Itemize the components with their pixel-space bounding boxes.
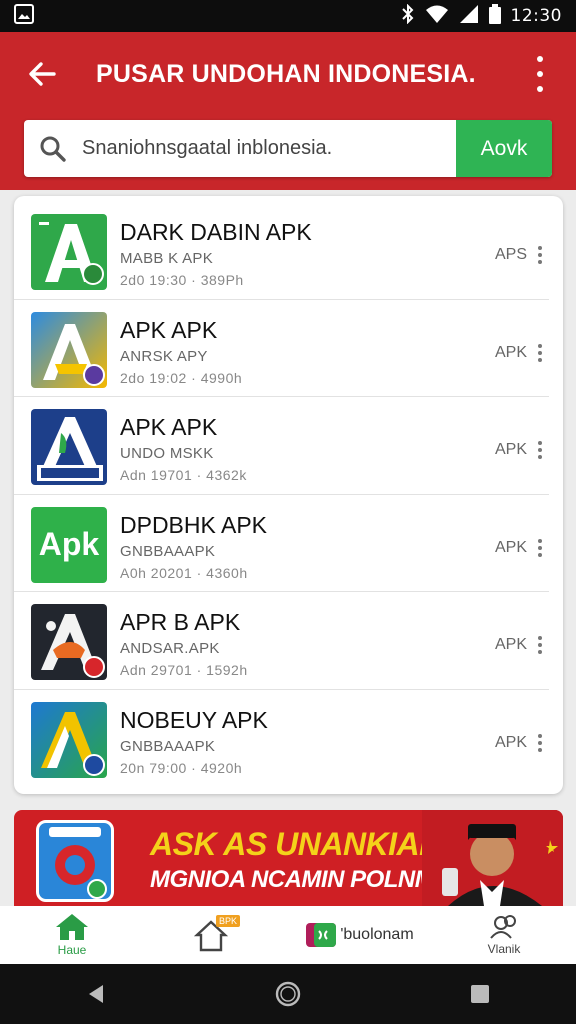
people-icon	[490, 915, 516, 939]
app-type-tag: APS	[494, 246, 527, 263]
app-subtitle: MABB K APK	[120, 250, 214, 267]
app-type-tag: APK	[494, 441, 527, 458]
arrow-left-icon	[29, 62, 56, 86]
banner-headline: ASK AS UNANKIANM	[150, 826, 468, 862]
wifi-icon	[425, 4, 449, 29]
app-type-tag: APK	[494, 538, 527, 556]
signal-icon	[459, 4, 479, 29]
status-time: 12:30	[510, 6, 562, 26]
app-subtitle: ANDSAR.APK	[120, 640, 220, 657]
system-back-button[interactable]	[66, 964, 126, 1024]
triangle-back-icon	[89, 985, 103, 1003]
app-meta: 20n 79:00 · 4920h	[120, 759, 243, 776]
link-icon	[306, 923, 337, 947]
nav-home-label: Haue	[57, 943, 87, 957]
app-subtitle: GNBBAAAPK	[120, 737, 216, 755]
home-icon	[56, 914, 88, 940]
more-vertical-icon	[537, 56, 543, 62]
apk-tile-text: Apk	[38, 526, 100, 562]
app-title: APR B APK	[120, 609, 241, 635]
list-item[interactable]: APK APK UNDO MSKK Adn 19701 · 4362k APK	[14, 397, 549, 495]
app-title: DPDBHK APK	[120, 511, 267, 538]
item-menu-button[interactable]	[535, 636, 545, 654]
app-type-tag: APK	[494, 733, 527, 751]
nav-center[interactable]: 'buolonam	[288, 906, 432, 964]
bottom-navigation: Haue BPK 'buolonam Vlanik	[0, 906, 576, 964]
app-list: DARK DABIN APK MABB K APK 2d0 19:30 · 38…	[14, 202, 563, 787]
circle-home-icon	[275, 981, 301, 1007]
search-button[interactable]: Aovk	[456, 120, 552, 177]
status-bar: 12:30	[0, 0, 576, 32]
app-meta: 2d0 19:30 · 389Ph	[120, 272, 244, 288]
back-button[interactable]	[0, 32, 84, 116]
list-item[interactable]: DARK DABIN APK MABB K APK 2d0 19:30 · 38…	[14, 202, 549, 300]
app-meta: Adn 29701 · 1592h	[120, 662, 248, 678]
app-title: APK APK	[120, 414, 218, 440]
app-title: APK APK	[120, 316, 218, 343]
nav-center-label: 'buolonam	[340, 926, 414, 943]
apk-a-yellow-icon	[31, 311, 107, 388]
search-icon	[24, 120, 82, 177]
item-menu-button[interactable]	[535, 246, 545, 264]
app-subtitle: UNDO MSKK	[120, 445, 214, 462]
item-menu-button[interactable]	[535, 538, 545, 557]
apk-a-dark-icon	[31, 604, 107, 680]
search-bar: Aovk	[24, 120, 552, 177]
app-subtitle: GNBBAAAPK	[120, 542, 216, 560]
promo-banner[interactable]: ASK AS UNANKIANM MGNIOA NCAMIN POLNMIN	[14, 810, 563, 906]
page-title: PUSAR UNDOHAN INDONESIA.	[96, 59, 476, 88]
item-menu-button[interactable]	[535, 733, 545, 752]
banner-subheadline: MGNIOA NCAMIN POLNMIN	[150, 866, 458, 893]
nav-profile-label: Vlanik	[487, 942, 521, 956]
nav-profile[interactable]: Vlanik	[432, 906, 576, 964]
nav-home[interactable]: Haue	[0, 906, 144, 964]
app-type-tag: APK	[494, 636, 527, 653]
apk-a-blue-icon	[31, 701, 107, 778]
overflow-menu-button[interactable]	[524, 56, 556, 92]
list-item[interactable]: Apk DPDBHK APK GNBBAAAPK A0h 20201 · 436…	[14, 495, 549, 592]
app-title: NOBEUY APK	[120, 706, 268, 733]
app-meta: A0h 20201 · 4360h	[120, 564, 248, 581]
app-title: DARK DABIN APK	[120, 219, 312, 245]
app-list-card: DARK DABIN APK MABB K APK 2d0 19:30 · 38…	[14, 196, 563, 794]
image-icon	[14, 3, 34, 29]
apk-a-green-icon	[31, 214, 107, 290]
app-type-tag: APK	[494, 343, 527, 361]
search-input[interactable]	[82, 120, 456, 177]
app-bar: PUSAR UNDOHAN INDONESIA. Aovk	[0, 32, 576, 190]
system-home-button[interactable]	[258, 964, 318, 1024]
apk-a-navy-icon	[31, 409, 107, 485]
app-subtitle: ANRSK APY	[120, 347, 208, 365]
square-recents-icon	[471, 985, 489, 1003]
item-menu-button[interactable]	[535, 441, 545, 459]
list-item[interactable]: APR B APK ANDSAR.APK Adn 29701 · 1592h A…	[14, 592, 549, 690]
list-item[interactable]: APK APK ANRSK APY 2do 19:02 · 4990h APK	[14, 300, 549, 397]
battery-icon	[488, 3, 501, 29]
bluetooth-icon	[401, 3, 415, 29]
banner-portrait	[422, 810, 563, 906]
system-navigation-bar	[0, 964, 576, 1024]
apk-text-green-icon: Apk	[31, 506, 107, 583]
apk-badge: BPK	[216, 915, 241, 927]
list-item[interactable]: NOBEUY APK GNBBAAAPK 20n 79:00 · 4920h A…	[14, 690, 549, 788]
banner-logo	[36, 820, 114, 902]
item-menu-button[interactable]	[535, 343, 545, 362]
app-meta: 2do 19:02 · 4990h	[120, 369, 243, 386]
system-recents-button[interactable]	[450, 964, 510, 1024]
app-meta: Adn 19701 · 4362k	[120, 467, 247, 483]
nav-home-outline[interactable]: BPK	[144, 906, 288, 964]
